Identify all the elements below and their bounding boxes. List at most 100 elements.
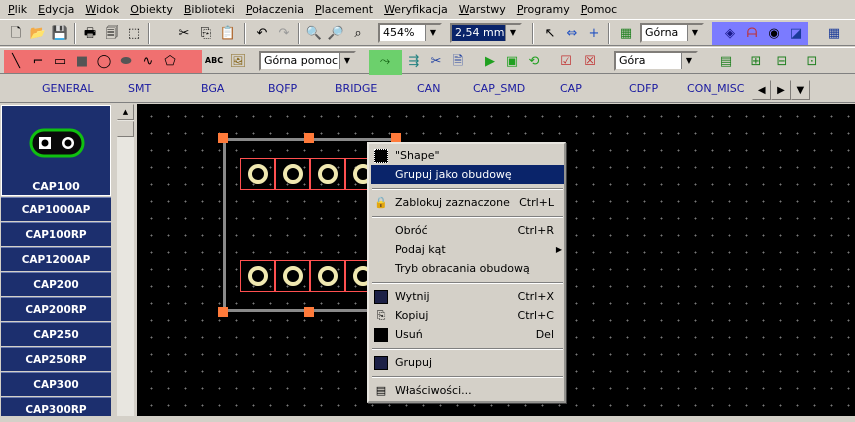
component-icon[interactable]: ▤ [716, 51, 736, 71]
rectangle-icon[interactable]: ▭ [50, 51, 70, 71]
menu-item-delete[interactable]: Usuń Del [371, 325, 564, 344]
library-item[interactable]: CAP100RP [1, 222, 111, 246]
helper-layer-select[interactable]: Górna pomocnic ▼ [259, 51, 356, 71]
line-icon[interactable]: ╲ [6, 51, 26, 71]
resize-handle[interactable] [218, 307, 228, 317]
route-bus-icon[interactable]: ⇶ [404, 51, 424, 71]
export-icon[interactable]: ⬚ [124, 23, 144, 43]
run-icon[interactable]: ▶ [480, 51, 500, 71]
through-hole-pad[interactable] [240, 158, 275, 190]
through-hole-pad[interactable] [240, 260, 275, 292]
annotate-icon[interactable]: ⊡ [802, 51, 822, 71]
tab-bga[interactable]: BGA [201, 82, 224, 95]
open-folder-icon[interactable]: 📂 [28, 23, 48, 43]
measure-icon[interactable]: ⇔ [562, 23, 582, 43]
side-select[interactable]: Góra ▼ [614, 51, 698, 71]
print-preview-icon[interactable]: 🗐 [102, 23, 122, 43]
tab-bqfp[interactable]: BQFP [268, 82, 297, 95]
menu-biblioteki[interactable]: Biblioteki [180, 0, 239, 19]
menu-programy[interactable]: Programy [513, 0, 574, 19]
chevron-down-icon[interactable]: ▼ [687, 25, 702, 41]
cut-icon[interactable]: ✂ [174, 23, 194, 43]
menu-polaczenia[interactable]: Połaczenia [242, 0, 308, 19]
zoom-select[interactable]: 454% ▼ [378, 23, 442, 43]
menu-item-cut[interactable]: Wytnij Ctrl+X [371, 287, 564, 306]
redo-icon[interactable]: ↷ [274, 23, 294, 43]
tab-smt[interactable]: SMT [128, 82, 151, 95]
place-component-icon[interactable]: ⊞ [746, 51, 766, 71]
scroll-up-icon[interactable]: ▲ [117, 104, 134, 120]
menu-pomoc[interactable]: Pomoc [577, 0, 621, 19]
pointer-icon[interactable]: ↖ [540, 23, 560, 43]
menu-item-rotation-mode[interactable]: Tryb obracania obudową [371, 259, 564, 278]
menu-item-copy[interactable]: ⎘ Kopiuj Ctrl+C [371, 306, 564, 325]
menu-item-properties[interactable]: ▤ Właściwości... [371, 381, 564, 400]
library-item[interactable]: CAP1000AP [1, 197, 111, 221]
library-item[interactable]: CAP1200AP [1, 247, 111, 271]
undo-icon[interactable]: ↶ [252, 23, 272, 43]
menu-item-group-as-package[interactable]: Grupuj jako obudowę [371, 165, 564, 184]
chevron-left-icon[interactable]: ◀ [752, 80, 772, 100]
menu-widok[interactable]: Widok [81, 0, 123, 19]
library-item[interactable]: CAP300 [1, 372, 111, 396]
grid-select[interactable]: 2,54 mm ▼ [450, 23, 522, 43]
library-scrollbar[interactable]: ▲ [117, 104, 134, 416]
split-track-icon[interactable]: ✂ [426, 51, 446, 71]
resize-handle[interactable] [304, 307, 314, 317]
scroll-thumb[interactable] [117, 121, 134, 137]
crosshair-icon[interactable]: + [584, 23, 604, 43]
tab-cap-smd[interactable]: CAP_SMD [473, 82, 525, 95]
zoom-fit-icon[interactable]: ⌕ [348, 23, 368, 43]
netlist-icon[interactable]: 🗎 [448, 51, 468, 71]
layer-select[interactable]: Górna ▼ [640, 23, 704, 43]
tab-con-misc[interactable]: CON_MISC [687, 82, 744, 95]
arc-icon[interactable]: ∿ [138, 51, 158, 71]
zoom-in-icon[interactable]: 🔍 [304, 23, 324, 43]
swap-component-icon[interactable]: ⊟ [772, 51, 792, 71]
drc-icon[interactable]: ☑ [556, 51, 576, 71]
tab-bridge[interactable]: BRIDGE [335, 82, 377, 95]
autoroute-icon[interactable]: ▣ [502, 51, 522, 71]
filled-rectangle-icon[interactable]: ■ [72, 51, 92, 71]
print-icon[interactable]: 🖶 [80, 23, 100, 43]
tab-cap[interactable]: CAP [560, 82, 582, 95]
through-hole-pad[interactable] [310, 260, 345, 292]
paste-icon[interactable]: 📋 [218, 23, 238, 43]
new-file-icon[interactable]: 🗋 [6, 23, 26, 43]
text-tool-icon[interactable]: ABC [204, 51, 224, 71]
tab-cdfp[interactable]: CDFP [629, 82, 658, 95]
chevron-down-icon[interactable]: ▼ [505, 25, 520, 41]
save-icon[interactable]: 💾 [50, 23, 70, 43]
chevron-right-icon[interactable]: ▶ [771, 80, 791, 100]
chevron-down-icon[interactable]: ▼ [425, 25, 440, 41]
through-hole-pad[interactable] [275, 158, 310, 190]
route-track-icon[interactable]: ⤳ [375, 51, 395, 71]
ratsnest-icon[interactable]: ◪ [786, 23, 806, 43]
ellipse-icon[interactable]: ◯ [94, 51, 114, 71]
net-icon[interactable]: ᗩ [742, 23, 762, 43]
optimize-icon[interactable]: ⟲ [524, 51, 544, 71]
via-icon[interactable]: ◈ [720, 23, 740, 43]
through-hole-pad[interactable] [310, 158, 345, 190]
menu-item-lock[interactable]: 🔒 Zablokuj zaznaczone Ctrl+L [371, 193, 564, 212]
chevron-down-icon[interactable]: ▼ [681, 53, 696, 69]
grid-icon[interactable]: ▦ [824, 23, 844, 43]
resize-handle[interactable] [304, 133, 314, 143]
menu-item-shape[interactable]: "Shape" [371, 146, 564, 165]
menu-edycja[interactable]: Edycja [34, 0, 78, 19]
tab-can[interactable]: CAN [417, 82, 440, 95]
filled-ellipse-icon[interactable]: ⬬ [116, 51, 136, 71]
resize-handle[interactable] [218, 133, 228, 143]
library-item[interactable]: CAP250RP [1, 347, 111, 371]
polyline-icon[interactable]: ⌐ [28, 51, 48, 71]
copy-icon[interactable]: ⎘ [196, 23, 216, 43]
menu-item-rotate[interactable]: Obróć Ctrl+R [371, 221, 564, 240]
tab-general[interactable]: GENERAL [42, 82, 94, 95]
target-icon[interactable]: ◉ [764, 23, 784, 43]
menu-obiekty[interactable]: Obiekty [126, 0, 177, 19]
polygon-icon[interactable]: ⬠ [160, 51, 180, 71]
library-item[interactable]: CAP200 [1, 272, 111, 296]
component-preview[interactable]: CAP100 [1, 105, 111, 196]
layer-chip-icon[interactable]: ▦ [616, 23, 636, 43]
library-item[interactable]: CAP300RP [1, 397, 111, 416]
